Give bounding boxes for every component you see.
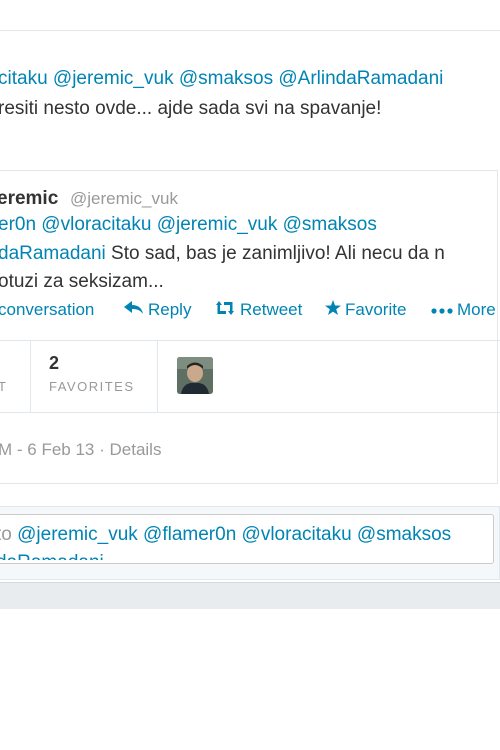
tweet-text-line-3: otuzi za seksizam... — [0, 271, 164, 292]
tweet-text: Sto sad, bas je zanimljivo! Ali necu da … — [105, 243, 445, 264]
favorites-label[interactable]: FAVORITES — [49, 379, 135, 394]
retweets-label[interactable]: T — [0, 379, 7, 394]
favoriter-avatar[interactable] — [177, 357, 213, 394]
reply-prefill[interactable]: to @jeremic_vuk @flamer0n @vloracitaku @… — [0, 524, 451, 546]
tweet-mention[interactable]: daRamadani — [0, 243, 106, 264]
view-conversation-link[interactable]: conversation — [0, 300, 94, 320]
retweet-icon — [214, 300, 236, 320]
stats-top-divider — [0, 340, 500, 341]
timestamp-text[interactable]: M - 6 Feb 13 — [0, 440, 94, 459]
more-button[interactable]: More — [431, 300, 496, 320]
star-icon — [325, 300, 341, 320]
top-divider — [0, 30, 500, 31]
more-dots-icon — [431, 300, 453, 320]
favorite-button[interactable]: Favorite — [325, 300, 406, 320]
reply-arrow-icon — [124, 300, 144, 320]
tweet-mentions-line[interactable]: er0n @vloracitaku @jeremic_vuk @smaksos — [0, 214, 377, 236]
more-label: More — [457, 300, 496, 319]
details-link[interactable]: Details — [109, 440, 161, 459]
reply-label: Reply — [148, 300, 192, 319]
reply-mentions: @jeremic_vuk @flamer0n @vloracitaku @sma… — [17, 524, 452, 545]
retweet-label: Retweet — [240, 300, 303, 319]
tweet-text-line-2: daRamadani Sto sad, bas je zanimljivo! A… — [0, 243, 445, 265]
prev-tweet-text: resiti nesto ovde... ajde sada svi na sp… — [0, 98, 382, 119]
author-handle[interactable]: @jeremic_vuk — [70, 189, 178, 209]
stats-divider-2 — [157, 341, 158, 412]
favorite-label: Favorite — [345, 300, 407, 319]
bottom-bar — [0, 582, 500, 609]
timestamp-sep: · — [94, 440, 110, 459]
reply-prefix: to — [0, 524, 12, 545]
stats-divider-1 — [30, 341, 31, 412]
tweet-timestamp[interactable]: M - 6 Feb 13 · Details — [0, 440, 161, 460]
prev-tweet-mentions[interactable]: citaku @jeremic_vuk @smaksos @ArlindaRam… — [0, 68, 443, 90]
author-name[interactable]: eremic — [0, 188, 58, 210]
stats-bottom-divider — [0, 412, 500, 413]
favorites-count[interactable]: 2 — [49, 353, 59, 374]
reply-button[interactable]: Reply — [124, 300, 191, 320]
retweet-button[interactable]: Retweet — [214, 300, 302, 320]
